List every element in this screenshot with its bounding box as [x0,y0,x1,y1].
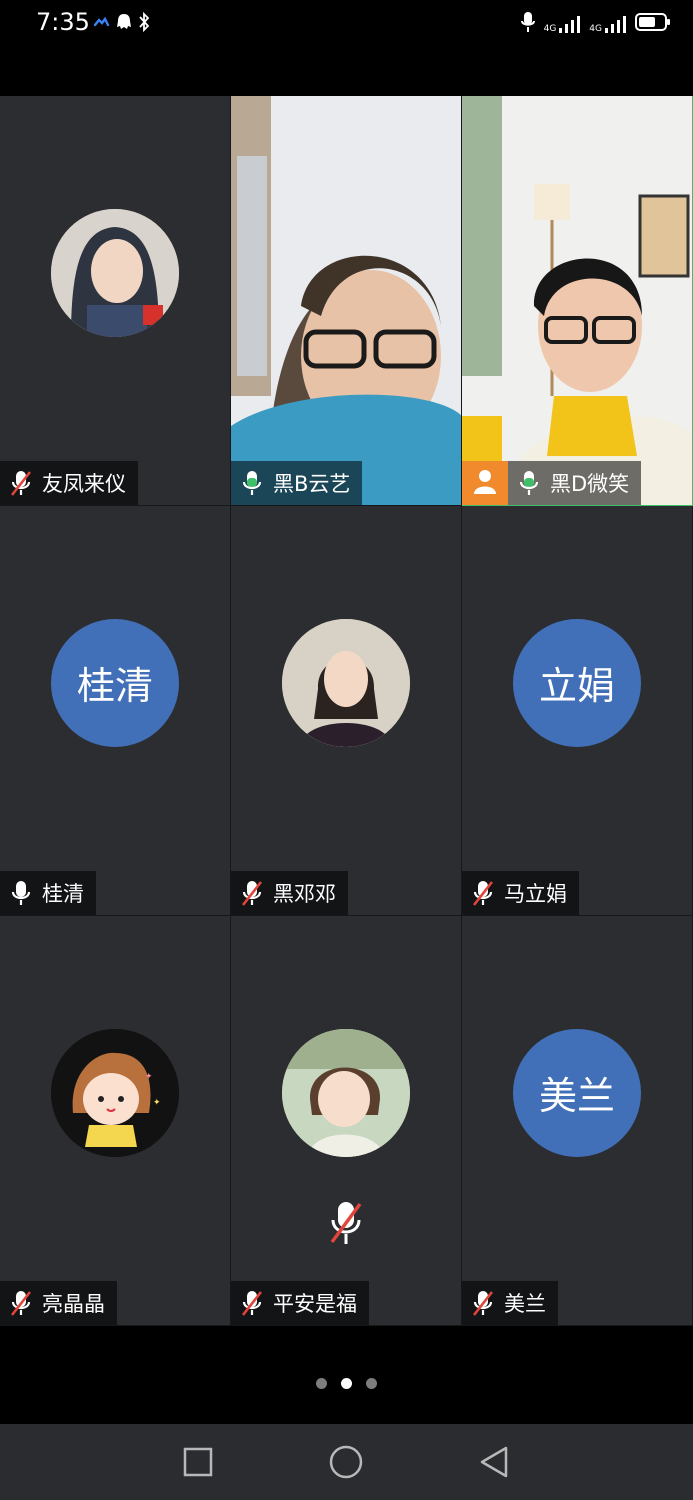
participant-tile[interactable]: 桂清 桂清 [0,506,231,916]
participant-video-feed [462,96,692,505]
participant-initials-avatar: 桂清 [51,618,179,747]
participant-name: 马立娟 [504,882,567,906]
participant-tile[interactable]: 平安是福 [231,916,462,1326]
status-time: 7:35 [36,8,90,36]
participant-nameplate: 友凤来仪 [0,461,138,505]
mic-muted-icon [470,878,496,908]
status-bar: 7:35 4G 4G [0,0,693,52]
participant-nameplate: 黑B云艺 [231,461,363,505]
system-nav-bar [0,1424,693,1500]
mic-muted-icon [326,1198,366,1248]
participant-initials-avatar: 立娟 [513,618,641,747]
participant-nameplate: 亮晶晶 [0,1281,117,1325]
mic-muted-icon [8,468,34,498]
participant-name: 桂清 [42,882,84,906]
participant-avatar: ✦ ✦ [51,1028,179,1157]
host-badge [462,461,508,505]
child-photo-icon [282,1028,410,1157]
status-left-icons [92,11,150,36]
participant-nameplate: 美兰 [462,1281,558,1325]
back-button[interactable] [474,1442,514,1482]
triangle-back-icon [480,1446,508,1478]
cartoon-girl-icon: ✦ ✦ [51,1028,179,1157]
page-dot[interactable] [316,1378,327,1389]
cloud-icon [92,15,110,34]
participant-tile[interactable]: 友凤来仪 [0,96,231,506]
square-icon [183,1447,213,1477]
svg-text:✦: ✦ [145,1072,153,1082]
page-dot[interactable] [366,1378,377,1389]
participant-nameplate: 平安是福 [231,1281,369,1325]
mic-muted-icon [239,878,265,908]
participant-tile[interactable]: 黑邓邓 [231,506,462,916]
participant-tile[interactable]: 立娟 马立娟 [462,506,693,916]
participant-nameplate: 黑D微笑 [508,461,642,505]
participant-tile[interactable]: ✦ ✦ 亮晶晶 [0,916,231,1326]
participant-name: 美兰 [504,1292,546,1316]
svg-text:✦: ✦ [153,1098,161,1108]
participant-tile[interactable]: 美兰 美兰 [462,916,693,1326]
participant-name: 黑B云艺 [273,472,351,496]
status-right-icons: 4G 4G [520,10,671,38]
signal-4g-icon: 4G [589,14,627,34]
mic-active-icon [239,468,265,498]
participant-avatar [282,1028,410,1157]
participant-initials-avatar: 美兰 [513,1028,641,1157]
participant-tile[interactable]: 黑B云艺 [231,96,462,506]
portrait-photo-icon [51,208,179,337]
bluetooth-icon [138,11,150,36]
mic-active-icon [516,468,542,498]
participant-tile[interactable]: 黑D微笑 [462,96,693,506]
participant-name: 亮晶晶 [42,1292,105,1316]
participant-video-feed [231,96,461,505]
page-indicator[interactable] [0,1378,693,1398]
ghost-icon [116,12,132,36]
mic-muted-icon [239,1288,265,1318]
participant-grid: 友凤来仪 黑B云艺 黑D微笑 桂清 桂清 黑邓邓 立娟 马立娟 ✦ ✦ 亮晶晶 … [0,96,693,1326]
participant-nameplate: 马立娟 [462,871,579,915]
recents-button[interactable] [178,1442,218,1482]
portrait-photo-icon [282,618,410,747]
participant-name: 黑D微笑 [550,472,630,496]
person-icon [472,468,498,498]
mic-muted-icon [470,1288,496,1318]
participant-avatar [51,208,179,337]
participant-nameplate: 黑邓邓 [231,871,348,915]
network-label: 4G [543,24,557,34]
participant-avatar [282,618,410,747]
battery-icon [635,12,671,36]
signal-4g-icon: 4G [544,14,582,34]
participant-nameplate: 桂清 [0,871,96,915]
mic-icon [520,10,536,38]
network-label: 4G [589,24,602,34]
home-button[interactable] [326,1442,366,1482]
circle-icon [329,1445,363,1479]
page-dot-current[interactable] [341,1378,352,1389]
mic-icon [8,878,34,908]
participant-name: 黑邓邓 [273,882,336,906]
participant-name: 友凤来仪 [42,472,126,496]
participant-name: 平安是福 [273,1292,357,1316]
mic-muted-icon [8,1288,34,1318]
